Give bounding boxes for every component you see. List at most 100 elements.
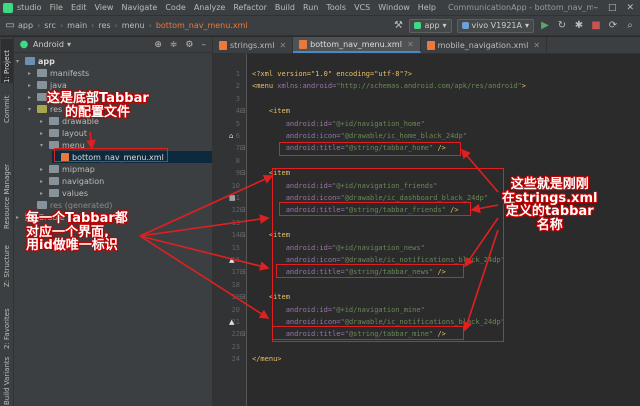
expand-arrow-icon[interactable]: ▾: [40, 142, 46, 149]
hide-icon[interactable]: –: [202, 40, 207, 50]
tree-item-values[interactable]: ▸ values: [40, 187, 212, 199]
code-line[interactable]: <menu xmlns:android="http://schemas.andr…: [252, 82, 526, 90]
expand-arrow-icon[interactable]: ▸: [16, 214, 22, 221]
tree-item-java[interactable]: ▸ java: [28, 79, 212, 91]
tree-item-label: layout: [62, 128, 87, 138]
search-icon[interactable]: ⌕: [624, 20, 636, 32]
menu-refactor[interactable]: Refactor: [229, 3, 271, 12]
project-view-select[interactable]: Android: [33, 40, 64, 49]
favorites-tool-tab[interactable]: 2: Favorites: [1, 299, 13, 349]
tree-item-mipmap[interactable]: ▸ mipmap: [40, 163, 212, 175]
menu-analyze[interactable]: Analyze: [190, 3, 230, 12]
expand-arrow-icon[interactable]: ▸: [40, 118, 46, 125]
run-config-select[interactable]: app ▾: [409, 18, 452, 33]
fold-marker-icon[interactable]: ⊟: [240, 294, 247, 301]
run-icon[interactable]: ▶: [539, 20, 551, 32]
tab-bottom-nav-menu-xml[interactable]: bottom_nav_menu.xml ✕: [293, 37, 421, 53]
annotation-strings-titles: 这些就是刚刚 在strings.xml 定义的tabbar 名称: [502, 178, 597, 233]
hammer-icon[interactable]: ⚒: [392, 20, 404, 32]
device-select[interactable]: vivo V1921A ▾: [456, 18, 534, 33]
tree-item-res-generated[interactable]: res (generated): [28, 199, 212, 211]
expand-arrow-icon[interactable]: ▸: [40, 178, 46, 185]
maximize-icon[interactable]: □: [608, 3, 617, 13]
menu-build[interactable]: Build: [271, 3, 299, 12]
menu-file[interactable]: File: [46, 3, 67, 12]
menu-vcs[interactable]: VCS: [350, 3, 374, 12]
tree-item-layout[interactable]: ▸ layout: [40, 127, 212, 139]
expand-arrow-icon[interactable]: ▸: [40, 166, 46, 173]
target-icon[interactable]: ⊕: [154, 40, 162, 50]
tree-item-navigation[interactable]: ▸ navigation: [40, 175, 212, 187]
folder-icon: [49, 189, 59, 197]
apply-changes-icon[interactable]: ↻: [556, 20, 568, 32]
fold-marker-icon[interactable]: ⊟: [240, 145, 247, 152]
debug-icon[interactable]: ✱: [573, 20, 585, 32]
fold-marker-icon[interactable]: ⊟: [240, 331, 247, 338]
tab-mobile-navigation-xml[interactable]: mobile_navigation.xml ✕: [421, 37, 548, 53]
close-icon[interactable]: ✕: [626, 3, 634, 13]
menu-edit[interactable]: Edit: [67, 3, 91, 12]
project-tool-tab[interactable]: 1: Project: [1, 39, 13, 83]
structure-tool-tab[interactable]: Z: Structure: [1, 235, 13, 287]
code-line[interactable]: <item: [252, 107, 290, 115]
tab-label: bottom_nav_menu.xml: [310, 39, 402, 49]
resource-manager-tool-tab[interactable]: Resource Manager: [1, 145, 13, 229]
expand-arrow-icon[interactable]: ▾: [16, 58, 22, 65]
close-tab-icon[interactable]: ✕: [279, 41, 286, 50]
code-line[interactable]: android:icon="@drawable/ic_home_black_24…: [252, 132, 467, 140]
sync-icon[interactable]: ⟳: [607, 20, 619, 32]
menu-code[interactable]: Code: [161, 3, 189, 12]
collapse-icon[interactable]: ≑: [170, 40, 178, 50]
build-variants-tool-tab[interactable]: Build Variants: [1, 357, 13, 405]
menu-help[interactable]: Help: [414, 3, 440, 12]
app-label: studio: [17, 3, 42, 12]
fold-marker-icon[interactable]: ⊟: [240, 207, 247, 214]
dashboard-icon: ▦: [229, 194, 236, 202]
expand-arrow-icon[interactable]: ▸: [28, 82, 34, 89]
line-number: 20: [231, 305, 240, 314]
breadcrumb-main[interactable]: main: [65, 21, 89, 30]
breadcrumb-file[interactable]: bottom_nav_menu.xml: [154, 21, 250, 30]
chevron-down-icon[interactable]: ▾: [67, 40, 71, 49]
minimize-icon[interactable]: –: [593, 3, 598, 13]
menu-tools[interactable]: Tools: [322, 3, 350, 12]
menu-run[interactable]: Run: [299, 3, 322, 12]
code-token: android:id=: [285, 119, 333, 128]
breadcrumb-separator-icon: ›: [37, 21, 41, 30]
code-line[interactable]: <?xml version="1.0" encoding="utf-8"?>: [252, 70, 412, 78]
gear-icon[interactable]: ⚙: [185, 40, 193, 50]
code-line[interactable]: android:id="@+id/navigation_home": [252, 120, 425, 128]
stop-icon[interactable]: ■: [590, 20, 602, 32]
annotation-line: 这些就是刚刚: [510, 177, 589, 192]
tree-item-manifests[interactable]: ▸ manifests: [28, 67, 212, 79]
fold-marker-icon[interactable]: ⊟: [240, 108, 247, 115]
menu-view[interactable]: View: [90, 3, 117, 12]
code-line[interactable]: </menu>: [252, 355, 282, 363]
breadcrumb-src[interactable]: src: [42, 21, 58, 30]
tree-item-app[interactable]: ▾ app: [16, 55, 212, 67]
phone-icon: [461, 22, 469, 29]
commit-tool-tab[interactable]: Commit: [1, 89, 13, 124]
breadcrumb-res[interactable]: res: [96, 21, 112, 30]
close-tab-icon[interactable]: ✕: [533, 41, 540, 50]
fold-marker-icon[interactable]: ⊟: [240, 170, 247, 177]
fold-marker-icon[interactable]: ⊟: [240, 269, 247, 276]
expand-arrow-icon[interactable]: ▸: [40, 130, 46, 137]
close-tab-icon[interactable]: ✕: [407, 40, 414, 49]
expand-arrow-icon[interactable]: ▸: [28, 94, 34, 101]
breadcrumb-menu[interactable]: menu: [120, 21, 147, 30]
menu-window[interactable]: Window: [374, 3, 414, 12]
expand-arrow-icon[interactable]: ▸: [28, 70, 34, 77]
home-icon: ⌂: [229, 132, 234, 140]
tree-item-label: mipmap: [62, 164, 95, 174]
line-number: 18: [231, 280, 240, 289]
expand-arrow-icon[interactable]: ▾: [28, 106, 34, 113]
fold-marker-icon[interactable]: ⊟: [240, 232, 247, 239]
menu-navigate[interactable]: Navigate: [117, 3, 161, 12]
expand-arrow-icon[interactable]: ▸: [40, 190, 46, 197]
breadcrumb-app[interactable]: app: [16, 21, 35, 30]
tab-strings-xml[interactable]: strings.xml ✕: [213, 37, 294, 53]
notification-icon: ▲: [229, 256, 235, 264]
line-number-gutter: 1 2 3 4 5 6 7 8 9 10 11 12 13 14 15 16 17 18 19 20 21 22 23 24 ⌂…: [213, 54, 247, 406]
